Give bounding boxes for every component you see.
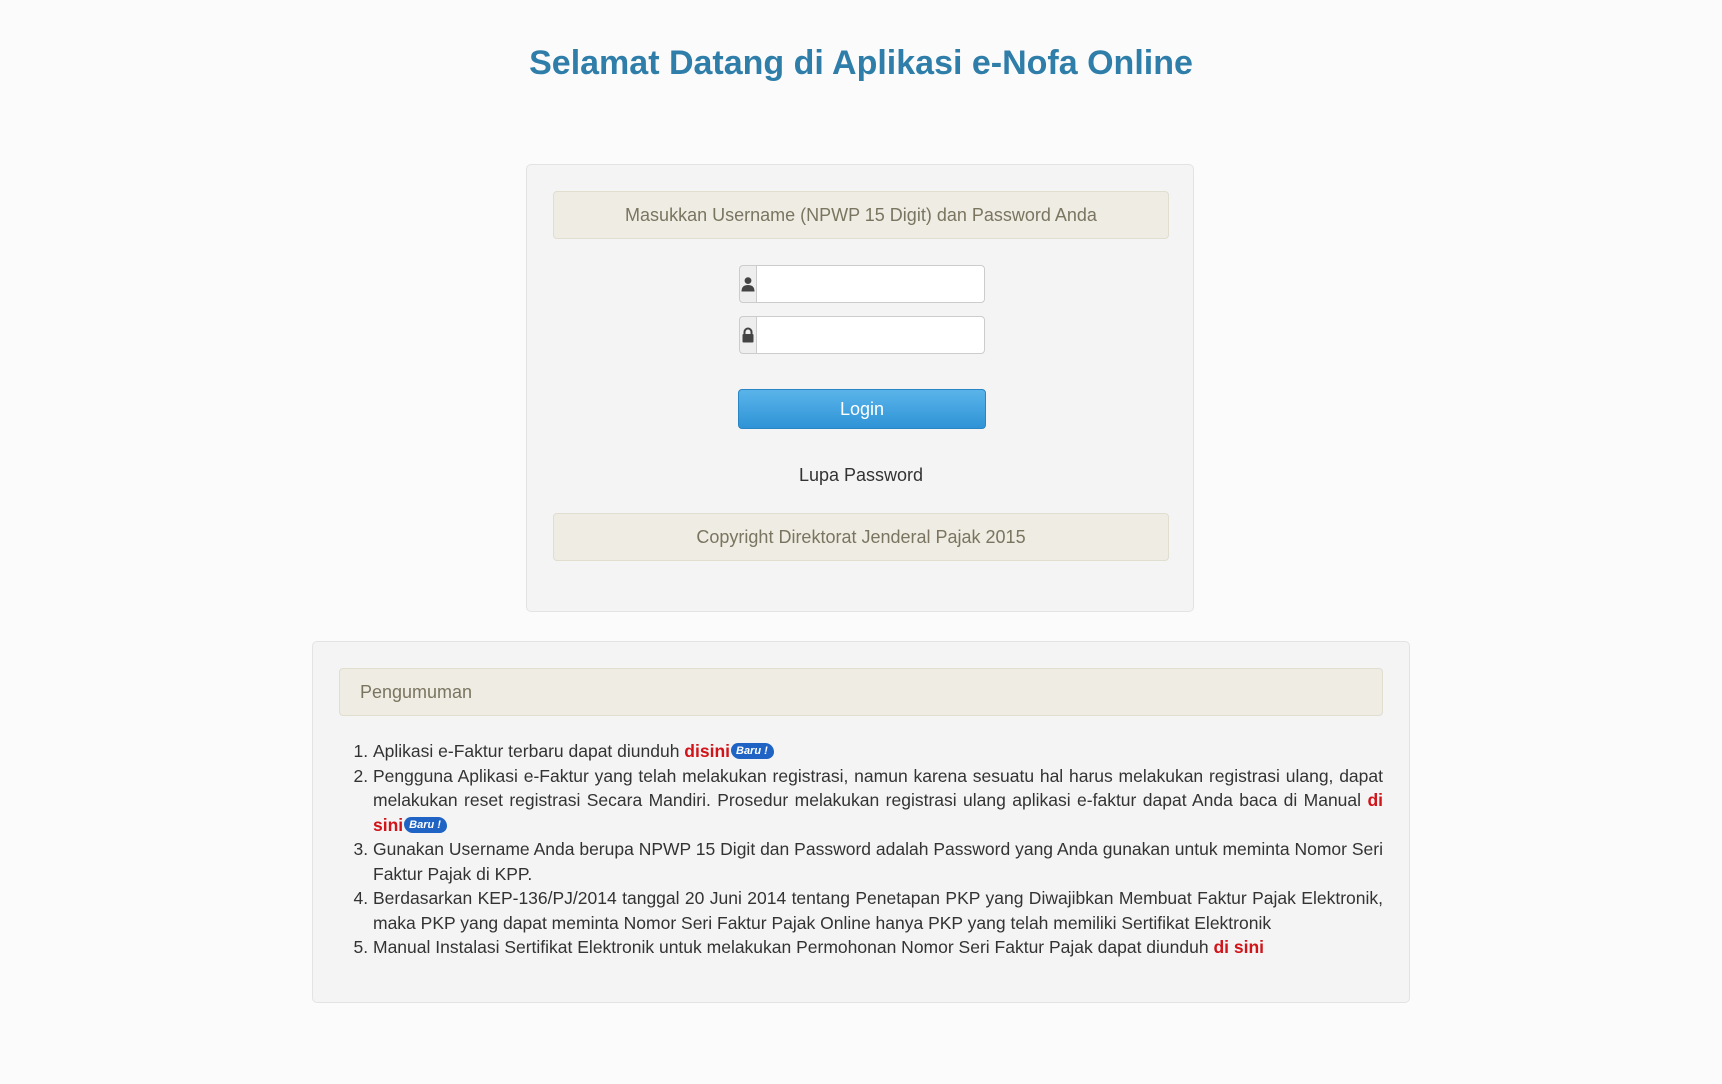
manual-certificate-link[interactable]: di sini [1213,937,1264,957]
login-panel: Masukkan Username (NPWP 15 Digit) dan Pa… [526,164,1194,612]
new-badge: Baru ! [404,816,447,833]
announcement-text: Aplikasi e-Faktur terbaru dapat diunduh [373,741,685,761]
lock-icon [739,316,756,354]
announcement-item-1: Aplikasi e-Faktur terbaru dapat diunduh … [373,739,1383,764]
announcement-item-2: Pengguna Aplikasi e-Faktur yang telah me… [373,764,1383,838]
login-button[interactable]: Login [738,389,986,429]
announcement-text: Manual Instalasi Sertifikat Elektronik u… [373,937,1214,957]
password-group [739,316,985,354]
user-icon [739,265,756,303]
new-badge: Baru ! [731,743,774,760]
announcement-title: Pengumuman [339,668,1383,716]
announcement-text: Gunakan Username Anda berupa NPWP 15 Dig… [373,839,1383,884]
forgot-password-link[interactable]: Lupa Password [527,465,1195,486]
announcement-list: Aplikasi e-Faktur terbaru dapat diunduh … [373,739,1383,960]
password-input[interactable] [756,316,985,354]
username-group [739,265,985,303]
announcement-text: Pengguna Aplikasi e-Faktur yang telah me… [373,765,1383,811]
announcement-item-3: Gunakan Username Anda berupa NPWP 15 Dig… [373,837,1383,886]
download-efaktur-link[interactable]: disini [684,741,730,761]
username-input[interactable] [756,265,985,303]
announcement-panel: Pengumuman Aplikasi e-Faktur terbaru dap… [312,641,1410,1003]
page-title: Selamat Datang di Aplikasi e-Nofa Online [529,44,1193,82]
announcement-item-5: Manual Instalasi Sertifikat Elektronik u… [373,935,1383,960]
announcement-text: Berdasarkan KEP-136/PJ/2014 tanggal 20 J… [373,888,1383,933]
announcement-item-4: Berdasarkan KEP-136/PJ/2014 tanggal 20 J… [373,886,1383,935]
copyright-notice: Copyright Direktorat Jenderal Pajak 2015 [553,513,1169,561]
login-instruction: Masukkan Username (NPWP 15 Digit) dan Pa… [553,191,1169,239]
